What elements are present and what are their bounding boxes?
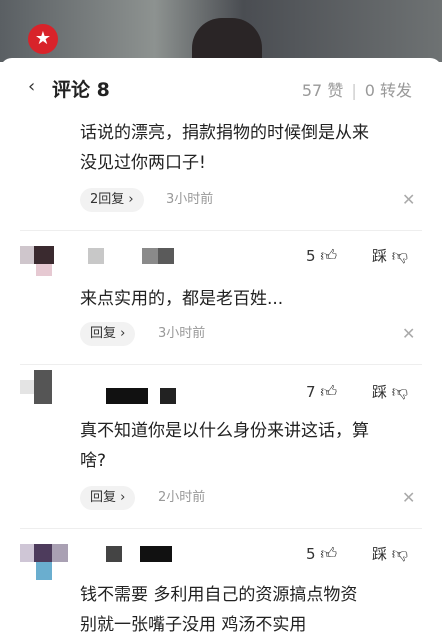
- username-blurred[interactable]: [20, 246, 220, 276]
- comment-line: 真不知道你是以什么身份来讲这话，算: [80, 421, 369, 441]
- comment-line: 话说的漂亮，捐款捐物的时候倒是从来: [80, 123, 369, 143]
- video-person: [192, 18, 262, 62]
- comment-time: 3小时前: [166, 192, 214, 207]
- comment-time: 3小时前: [158, 326, 206, 341]
- comment-divider: [20, 528, 422, 529]
- comment-line: 别就一张嘴子没用 鸡汤不实用: [80, 615, 307, 635]
- channel-logo-icon: ★: [28, 24, 58, 54]
- thumb-down-icon: 👎︎: [391, 382, 409, 401]
- username-blurred[interactable]: [20, 370, 220, 404]
- dislike-button[interactable]: 踩 👎︎: [372, 244, 408, 268]
- like-count: 7: [306, 383, 316, 401]
- video-preview: ★: [0, 0, 442, 62]
- comment-title: 评论 8: [52, 79, 110, 101]
- like-count: 5: [306, 545, 316, 563]
- like-count: 5: [306, 247, 316, 265]
- reply-button[interactable]: 回复 ›: [80, 322, 136, 346]
- close-icon[interactable]: ✕: [402, 188, 415, 212]
- thumb-down-icon: 👎︎: [391, 246, 409, 265]
- comment-line: 来点实用的，都是老百姓...: [80, 289, 284, 309]
- username-blurred[interactable]: [20, 544, 220, 580]
- dislike-button[interactable]: 踩 👎︎: [372, 380, 408, 404]
- dislike-button[interactable]: 踩 👎︎: [372, 542, 408, 566]
- dislike-label: 踩: [372, 545, 388, 563]
- comment-text: 钱不需要 多利用自己的资源搞点物资 别就一张嘴子没用 鸡汤不实用: [80, 580, 420, 640]
- header-stats: 57 赞 | 0 转发: [302, 77, 412, 101]
- comment-text: 话说的漂亮，捐款捐物的时候倒是从来 没见过你两口子!: [80, 118, 420, 178]
- repost-count[interactable]: 0 转发: [365, 81, 412, 100]
- thumb-down-icon: 👎︎: [391, 544, 409, 563]
- like-button[interactable]: 7 👍︎: [306, 380, 337, 404]
- likes-count[interactable]: 57 赞: [302, 81, 343, 100]
- comment-line: 啥?: [80, 451, 107, 471]
- dislike-label: 踩: [372, 383, 388, 401]
- back-icon[interactable]: ‹: [28, 76, 35, 97]
- like-button[interactable]: 5 👍︎: [306, 542, 337, 566]
- close-icon[interactable]: ✕: [402, 486, 415, 510]
- thumb-up-icon: 👍︎: [320, 382, 338, 401]
- thumb-up-icon: 👍︎: [320, 246, 338, 265]
- comment-divider: [20, 230, 422, 231]
- close-icon[interactable]: ✕: [402, 322, 415, 346]
- comment-time: 2小时前: [158, 490, 206, 505]
- comment-text: 真不知道你是以什么身份来讲这话，算 啥?: [80, 416, 420, 476]
- stats-separator: |: [351, 81, 357, 100]
- reply-button[interactable]: 2回复 ›: [80, 188, 144, 212]
- comment-divider: [20, 364, 422, 365]
- thumb-up-icon: 👍︎: [320, 544, 338, 563]
- reply-button[interactable]: 回复 ›: [80, 486, 136, 510]
- dislike-label: 踩: [372, 247, 388, 265]
- comment-sheet: ‹ 评论 8 57 赞 | 0 转发 话说的漂亮，捐款捐物的时候倒是从来 没见过你两…: [0, 58, 442, 640]
- comment-text: 来点实用的，都是老百姓...: [80, 284, 420, 314]
- comment-line: 没见过你两口子!: [80, 153, 206, 173]
- like-button[interactable]: 5 👍︎: [306, 244, 337, 268]
- comment-line: 钱不需要 多利用自己的资源搞点物资: [80, 585, 358, 605]
- comment-header: ‹ 评论 8 57 赞 | 0 转发: [0, 58, 442, 114]
